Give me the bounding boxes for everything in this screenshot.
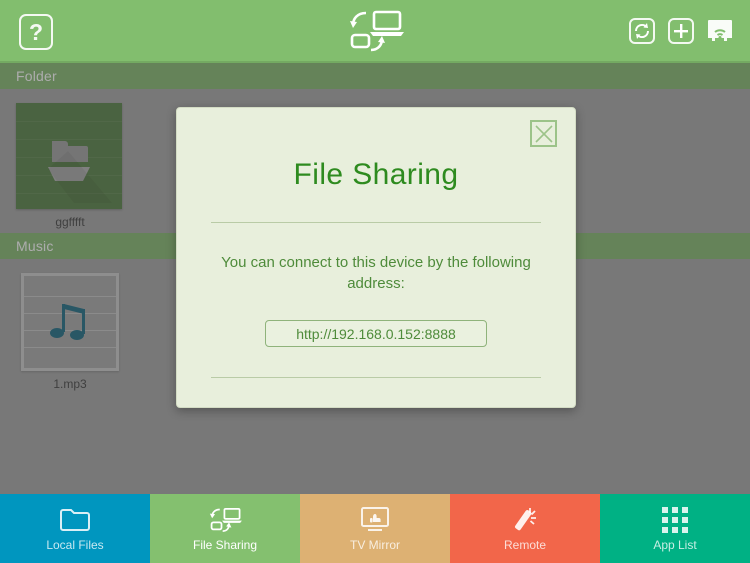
refresh-icon: [628, 16, 656, 46]
wifi-device-icon: [706, 16, 734, 46]
tab-remote[interactable]: Remote: [450, 494, 600, 563]
wifi-device-button[interactable]: [704, 14, 736, 48]
close-button[interactable]: [530, 120, 557, 147]
close-x-icon: [534, 124, 554, 144]
tab-local-files[interactable]: Local Files: [0, 494, 150, 563]
tab-label: File Sharing: [193, 538, 257, 552]
tab-tv-mirror[interactable]: TV Mirror: [300, 494, 450, 563]
tab-file-sharing[interactable]: File Sharing: [150, 494, 300, 563]
top-bar: ?: [0, 0, 750, 63]
folder-icon: [16, 103, 122, 209]
section-title: Music: [16, 238, 54, 254]
question-mark-icon: ?: [29, 21, 43, 44]
grid-item-music[interactable]: 1.mp3: [16, 273, 124, 391]
app-grid-icon: [656, 506, 694, 534]
app-root: Folder ggfffft Mu: [0, 0, 750, 563]
magic-wand-icon: [506, 506, 544, 534]
file-sharing-icon: [206, 506, 244, 534]
dialog-message: You can connect to this device by the fo…: [217, 252, 535, 294]
section-header-folder: Folder: [0, 63, 750, 89]
plus-icon: [667, 16, 695, 46]
dialog-title: File Sharing: [177, 158, 575, 192]
tab-label: Remote: [504, 538, 546, 552]
tab-label: Local Files: [46, 538, 103, 552]
divider-bottom: [211, 377, 541, 378]
top-bar-actions: [626, 14, 736, 48]
help-button[interactable]: ?: [19, 14, 53, 50]
item-label: ggfffft: [16, 215, 124, 229]
section-title: Folder: [16, 68, 57, 84]
file-sharing-dialog: File Sharing You can connect to this dev…: [176, 107, 576, 408]
tab-label: TV Mirror: [350, 538, 400, 552]
file-sharing-sync-icon: [344, 7, 406, 55]
divider-top: [211, 222, 541, 223]
tab-label: App List: [653, 538, 696, 552]
music-note-icon: [21, 273, 119, 371]
folder-icon: [56, 506, 94, 534]
item-label: 1.mp3: [16, 377, 124, 391]
bottom-tab-bar: Local Files File Sharing: [0, 494, 750, 563]
add-button[interactable]: [665, 14, 697, 48]
tv-mirror-icon: [356, 506, 394, 534]
address-field[interactable]: http://192.168.0.152:8888: [265, 320, 487, 347]
address-value: http://192.168.0.152:8888: [296, 326, 456, 342]
grid-item-folder[interactable]: ggfffft: [16, 103, 124, 229]
refresh-button[interactable]: [626, 14, 658, 48]
tab-app-list[interactable]: App List: [600, 494, 750, 563]
